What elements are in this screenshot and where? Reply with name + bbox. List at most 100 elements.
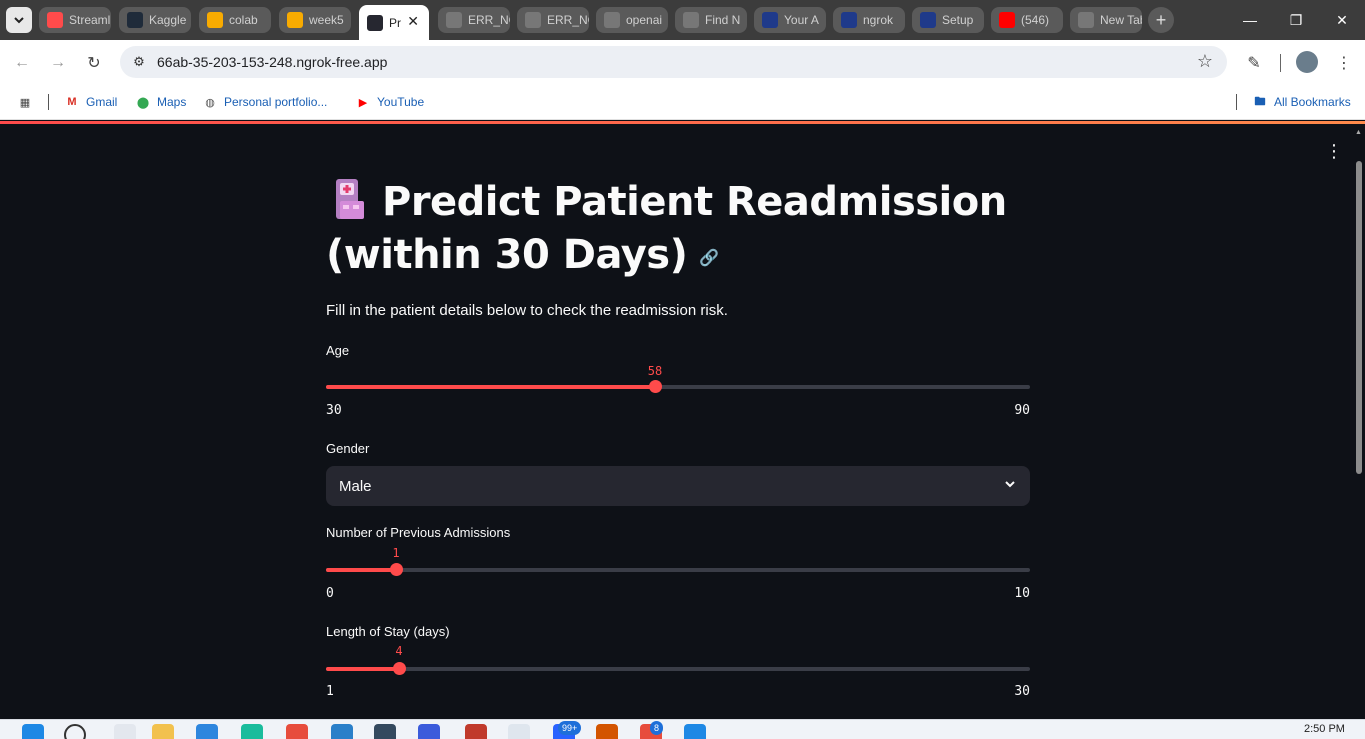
search-icon[interactable] <box>64 724 86 739</box>
prev-admissions-slider-value: 1 <box>392 546 400 560</box>
browser-tab[interactable]: Streamlit <box>39 7 111 33</box>
length-of-stay-slider-value: 4 <box>395 644 403 658</box>
browser-tab-strip: Streamlit Kaggle colab week5 Pr ✕ ERR_NGROK ERR… <box>0 0 1365 40</box>
tab-title: Streamlit <box>69 13 111 27</box>
ngrok-n-icon <box>841 12 857 28</box>
browser-tab[interactable]: (546) <box>991 7 1063 33</box>
file-explorer-icon[interactable] <box>152 724 174 739</box>
browser-tab[interactable]: ERR_NGROK <box>438 7 510 33</box>
bookmark-item[interactable]: M Gmail <box>64 94 117 110</box>
minimize-button[interactable]: — <box>1227 0 1273 40</box>
chrome-icon[interactable] <box>465 724 487 739</box>
all-bookmarks-button[interactable]: 🖿 All Bookmarks <box>1252 94 1351 110</box>
streamlit-crown-icon <box>47 12 63 28</box>
tab-search-button[interactable] <box>6 7 32 33</box>
reload-button[interactable]: ↻ <box>81 50 107 76</box>
length-of-stay-slider-fill <box>326 667 399 671</box>
browser-menu-button[interactable]: ⋮ <box>1331 50 1357 76</box>
restore-button[interactable]: ❐ <box>1273 0 1319 40</box>
browser-tab[interactable]: week5 <box>279 7 351 33</box>
folder-icon: 🖿 <box>1254 95 1266 108</box>
page-scrollbar[interactable] <box>1356 161 1362 474</box>
apps-button[interactable]: ▦ <box>17 94 33 110</box>
mail-icon[interactable] <box>331 724 353 739</box>
length-of-stay-slider-thumb[interactable] <box>393 662 406 675</box>
notification-badge-2: 8 <box>650 721 664 735</box>
profile-avatar[interactable] <box>1296 51 1318 73</box>
browser-tab[interactable]: Your A <box>754 7 826 33</box>
app-icon[interactable] <box>286 724 308 739</box>
close-tab-icon[interactable]: ✕ <box>407 13 419 30</box>
browser-tab[interactable]: ERR_NGROK <box>517 7 589 33</box>
streamlit-app: ⋮ ▲ Predict Patient Readmission (within … <box>0 121 1365 719</box>
app-main-menu-button[interactable]: ⋮ <box>1324 141 1344 161</box>
bookmark-star-icon[interactable]: ☆ <box>1197 51 1213 72</box>
globe-icon <box>446 12 462 28</box>
tab-title: ERR_NGROK <box>468 13 510 27</box>
prev-admissions-label: Number of Previous Admissions <box>326 525 511 540</box>
colab-icon <box>287 12 303 28</box>
gender-select[interactable]: Male <box>326 466 1030 506</box>
taskbar-clock[interactable]: 2:50 PM <box>1304 723 1345 735</box>
windows-taskbar: 99+ 8 2:50 PM <box>0 719 1365 739</box>
settings-icon[interactable] <box>508 724 530 739</box>
app-grid-icon[interactable] <box>418 724 440 739</box>
edge-icon[interactable] <box>241 724 263 739</box>
browser-tab[interactable]: Find N <box>675 7 747 33</box>
length-of-stay-label: Length of Stay (days) <box>326 624 450 639</box>
task-view-icon[interactable] <box>114 724 136 739</box>
address-bar[interactable]: ⚙ 66ab-35-203-153-248.ngrok-free.app ☆ <box>120 46 1227 78</box>
bookmark-label: Gmail <box>86 95 118 109</box>
browser-tab[interactable]: colab <box>199 7 271 33</box>
tab-title: New Tab <box>1100 13 1142 27</box>
gender-selected-value: Male <box>339 478 372 495</box>
browser-tab[interactable]: openai <box>596 7 668 33</box>
age-slider-fill <box>326 385 655 389</box>
start-button-icon[interactable] <box>22 724 44 739</box>
anchor-link-icon[interactable]: 🔗 <box>699 231 719 284</box>
apps-grid-icon: ▦ <box>19 96 31 109</box>
url-text[interactable]: 66ab-35-203-153-248.ngrok-free.app <box>157 54 387 70</box>
prev-admissions-min-tick: 0 <box>326 586 334 601</box>
age-slider-thumb[interactable] <box>649 380 662 393</box>
prev-admissions-slider[interactable] <box>326 563 1030 576</box>
globe-icon: ◍ <box>205 96 215 109</box>
close-window-button[interactable]: ✕ <box>1319 0 1365 40</box>
browser-tab[interactable]: ngrok <box>833 7 905 33</box>
chevron-down-icon <box>1004 477 1016 493</box>
chrome-icon <box>1078 12 1094 28</box>
new-tab-button[interactable]: + <box>1148 7 1174 33</box>
bookmark-item[interactable]: ⬤ Maps <box>135 94 187 110</box>
prev-admissions-slider-thumb[interactable] <box>390 563 403 576</box>
k-icon <box>127 12 143 28</box>
browser-tab[interactable]: Pr ✕ <box>359 5 429 40</box>
back-button[interactable]: ← <box>9 50 35 76</box>
length-of-stay-slider[interactable] <box>326 662 1030 675</box>
office-icon[interactable] <box>596 724 618 739</box>
browser-tab[interactable]: New Tab <box>1070 7 1142 33</box>
store-icon[interactable] <box>196 724 218 739</box>
kebab-menu-icon: ⋮ <box>1325 140 1343 161</box>
browser-tab[interactable]: Kaggle <box>119 7 191 33</box>
globe-icon <box>525 12 541 28</box>
bookmark-item[interactable]: ▶ YouTube <box>355 94 424 110</box>
ngrok-n-icon <box>762 12 778 28</box>
app-header-decoration <box>0 121 1365 124</box>
vscode-icon[interactable] <box>374 724 396 739</box>
extensions-button[interactable]: ✎ <box>1241 50 1267 76</box>
bookmark-label: Personal portfolio... <box>224 95 328 109</box>
age-slider[interactable] <box>326 380 1030 393</box>
plus-icon: + <box>1155 9 1167 30</box>
kebab-menu-icon: ⋮ <box>1336 55 1352 72</box>
bookmarks-bar: ▦ M Gmail ⬤ Maps ◍ Personal portfolio... ▶ YouT… <box>0 85 1365 120</box>
site-info-icon[interactable]: ⚙ <box>130 53 148 71</box>
tab-title: Kaggle <box>149 13 187 27</box>
toolbar-divider <box>1280 54 1281 72</box>
scroll-up-arrow-icon[interactable]: ▲ <box>1355 129 1362 136</box>
browser-tab[interactable]: Setup <box>912 7 984 33</box>
bookmark-item[interactable]: ◍ Personal portfolio... <box>202 94 327 110</box>
outlook-icon[interactable] <box>684 724 706 739</box>
tab-title: Your A <box>784 13 819 27</box>
title-line-1: Predict Patient Readmission <box>382 179 1007 225</box>
forward-button[interactable]: → <box>45 50 71 76</box>
